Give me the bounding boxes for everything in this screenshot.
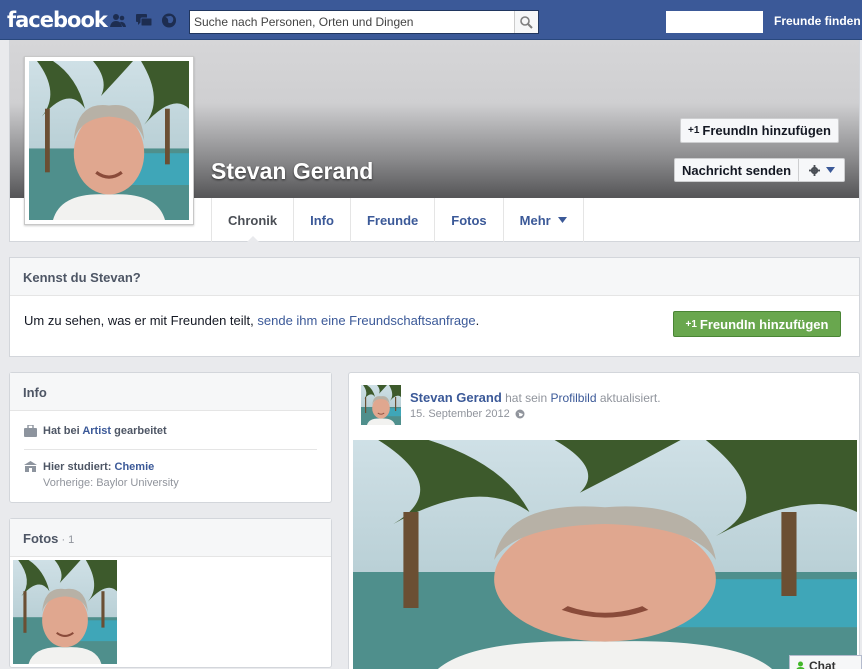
- search-input[interactable]: [190, 11, 508, 33]
- know-description: Um zu sehen, was er mit Freunden teilt, …: [24, 313, 479, 328]
- account-field[interactable]: [666, 11, 763, 33]
- profile-picture[interactable]: [24, 56, 194, 225]
- post-author-avatar[interactable]: [361, 385, 401, 425]
- search-icon: [520, 16, 533, 29]
- work-place-link[interactable]: Artist: [82, 425, 111, 437]
- school-icon: [24, 461, 37, 472]
- post-photo[interactable]: [353, 440, 857, 669]
- work-suffix: gearbeitet: [111, 425, 167, 437]
- info-title[interactable]: Info: [10, 373, 331, 411]
- add-friend-plus-icon: +1: [688, 125, 700, 136]
- top-navigation-bar: facebook Freunde finden: [0, 0, 862, 40]
- messages-icon[interactable]: [136, 13, 152, 28]
- photos-title[interactable]: Fotos: [23, 531, 58, 546]
- add-friend-green-label: FreundIn hinzufügen: [699, 316, 829, 332]
- add-friend-green-button[interactable]: +1 FreundIn hinzufügen: [673, 311, 841, 337]
- photos-count: · 1: [58, 534, 75, 546]
- study-subject-link[interactable]: Chemie: [115, 461, 155, 473]
- online-status-icon: [796, 661, 805, 669]
- chevron-down-icon: [825, 167, 835, 173]
- send-message-button[interactable]: Nachricht senden: [674, 158, 800, 182]
- post-timestamp: 15. September 2012: [410, 408, 525, 420]
- friend-requests-icon[interactable]: [110, 13, 126, 28]
- timeline-tabs: Chronik Info Freunde Fotos Mehr: [211, 198, 584, 243]
- post-headline: Stevan Gerand hat sein Profilbild aktual…: [410, 390, 661, 405]
- tab-mehr[interactable]: Mehr: [504, 198, 584, 242]
- tab-freunde[interactable]: Freunde: [351, 198, 436, 242]
- previous-school: Vorherige: Baylor University: [43, 477, 179, 489]
- more-options-button[interactable]: [799, 158, 845, 182]
- info-card: Info Hat bei Artist gearbeitet Hier stud…: [9, 372, 332, 503]
- know-title: Kennst du Stevan?: [10, 258, 859, 296]
- chevron-down-icon: [557, 217, 567, 223]
- tab-mehr-label: Mehr: [519, 212, 551, 228]
- friend-request-link[interactable]: sende ihm eine Freundschaftsanfrage: [257, 313, 475, 328]
- privacy-globe-icon[interactable]: [515, 409, 525, 419]
- know-this-person-box: Kennst du Stevan? Um zu sehen, was er mi…: [9, 257, 860, 357]
- know-text-prefix: Um zu sehen, was er mit Freunden teilt,: [24, 313, 258, 328]
- photos-card: Fotos · 1: [9, 518, 332, 668]
- education-entry: Hier studiert: Chemie: [24, 461, 154, 473]
- photos-header: Fotos · 1: [10, 519, 331, 557]
- find-friends-link[interactable]: Freunde finden: [774, 14, 861, 28]
- search-button[interactable]: [514, 11, 538, 33]
- add-friend-button[interactable]: +1 FreundIn hinzufügen: [680, 118, 839, 143]
- timeline-post: Stevan Gerand hat sein Profilbild aktual…: [348, 372, 860, 669]
- tab-chronik[interactable]: Chronik: [212, 198, 295, 243]
- work-text: Hat bei Artist gearbeitet: [43, 425, 167, 437]
- tab-info[interactable]: Info: [294, 198, 351, 242]
- profile-photo-image: [29, 61, 189, 220]
- facebook-logo[interactable]: facebook: [7, 8, 108, 32]
- photo-thumbnail[interactable]: [13, 560, 117, 664]
- search-box[interactable]: [189, 10, 539, 34]
- chat-tab[interactable]: Chat: [789, 655, 862, 669]
- post-author-link[interactable]: Stevan Gerand: [410, 390, 502, 405]
- add-friend-label: FreundIn hinzufügen: [702, 123, 831, 138]
- know-text-suffix: .: [475, 313, 480, 328]
- post-action-prefix: hat sein: [501, 391, 551, 405]
- post-action-suffix: aktualisiert.: [596, 391, 661, 405]
- post-date-text[interactable]: 15. September 2012: [410, 408, 510, 420]
- chat-label: Chat: [809, 658, 836, 669]
- send-message-label: Nachricht senden: [682, 162, 792, 178]
- profile-picture-link[interactable]: Profilbild: [550, 391, 596, 405]
- study-text: Hier studiert: Chemie: [43, 461, 154, 473]
- tab-fotos[interactable]: Fotos: [435, 198, 504, 242]
- study-prefix: Hier studiert:: [43, 461, 115, 473]
- work-entry: Hat bei Artist gearbeitet: [24, 425, 167, 437]
- add-friend-plus-icon: +1: [685, 318, 697, 330]
- notifications-globe-icon[interactable]: [161, 13, 177, 28]
- briefcase-icon: [24, 425, 37, 437]
- info-divider: [24, 449, 317, 450]
- work-prefix: Hat bei: [43, 425, 83, 437]
- profile-name[interactable]: Stevan Gerand: [211, 158, 373, 185]
- gear-icon: [808, 164, 820, 176]
